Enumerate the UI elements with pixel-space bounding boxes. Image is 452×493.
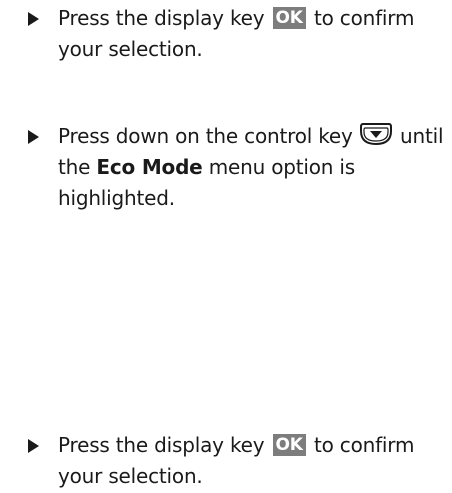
control-key-down-icon [359,122,392,146]
step-text-before: Press down on the control key [58,124,353,148]
ok-display-key-icon: OK [272,434,306,456]
instruction-step-highlight-eco-mode: Press down on the control key until the … [28,121,446,214]
bullet-arrow-icon [28,12,39,26]
instruction-step-confirm-selection: Press the display key OK to confirm your… [28,3,446,65]
bullet-arrow-icon [28,130,39,144]
ok-display-key-icon: OK [272,7,306,29]
eco-mode-term: Eco Mode [96,155,203,179]
instruction-step-confirm-selection-final: Press the display key OK to confirm your… [28,430,446,492]
step-text-before: Press the display key [58,6,265,30]
step-text-before: Press the display key [58,433,265,457]
bullet-arrow-icon [28,439,39,453]
